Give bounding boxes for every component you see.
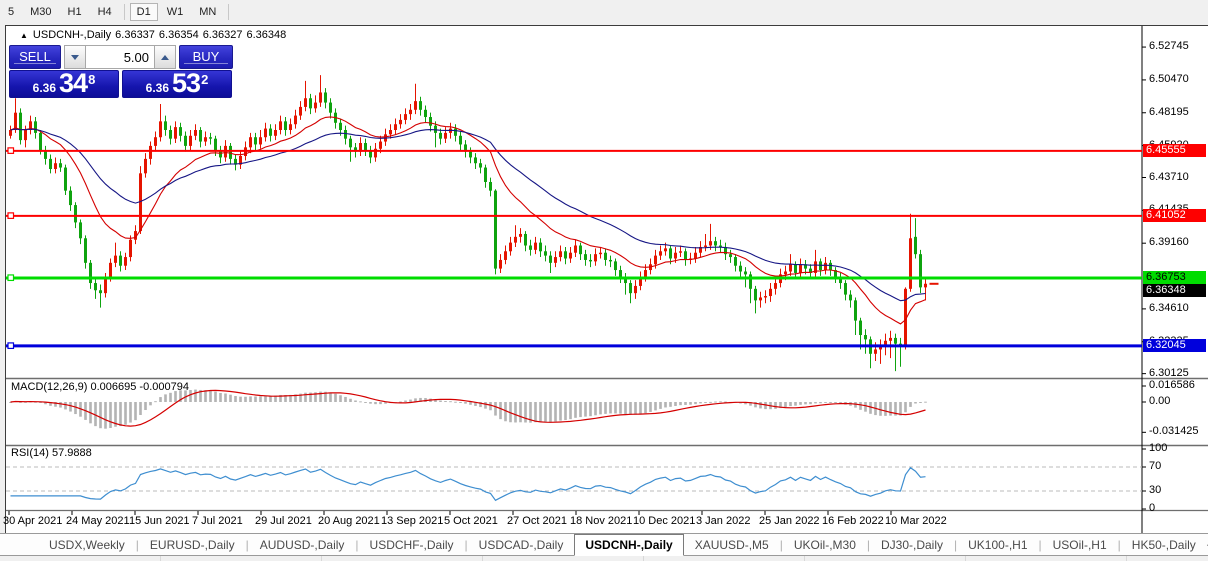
buy-price-prefix: 6.36 bbox=[146, 80, 169, 96]
date-axis-label: 16 Feb 2022 bbox=[822, 515, 884, 527]
macd-indicator-label: MACD(12,26,9) 0.006695 -0.000794 bbox=[11, 381, 189, 393]
price-axis-tick: 6.43710 bbox=[1149, 171, 1189, 183]
rsi-axis-tick: 30 bbox=[1149, 484, 1161, 496]
volume-increase-button[interactable] bbox=[154, 45, 176, 69]
date-axis-label: 25 Jan 2022 bbox=[759, 515, 820, 527]
ohlc-open: 6.36337 bbox=[115, 29, 155, 41]
chevron-up-icon bbox=[161, 55, 169, 60]
timeframe-button-h1[interactable]: H1 bbox=[61, 3, 89, 21]
rsi-axis-tick: 0 bbox=[1149, 502, 1155, 514]
chart-window: ▲USDCNH-,Daily6.363376.363546.363276.363… bbox=[5, 25, 1208, 534]
date-axis-label: 20 Aug 2021 bbox=[318, 515, 380, 527]
buy-price-big: 53 bbox=[172, 71, 200, 96]
tab-usdx-weekly[interactable]: USDX,Weekly bbox=[38, 535, 136, 555]
ohlc-high: 6.36354 bbox=[159, 29, 199, 41]
timeframe-button-mn[interactable]: MN bbox=[192, 3, 223, 21]
hline-price-tag: 6.32045 bbox=[1143, 339, 1206, 352]
timeframe-button-5[interactable]: 5 bbox=[1, 3, 21, 21]
symbol-tab-bar: USDX,Weekly|EURUSD-,Daily|AUDUSD-,Daily|… bbox=[0, 533, 1208, 556]
trading-terminal: 5M30H1H4 D1W1MN ▲ USDCNH-,Daily 6.36337 6.36… bbox=[0, 0, 1208, 561]
macd-axis-tick: 0.016586 bbox=[1149, 379, 1195, 391]
hline-price-tag: 6.45555 bbox=[1143, 144, 1206, 157]
tab-uk100-h1[interactable]: UK100-,H1 bbox=[957, 535, 1038, 555]
hline-price-tag: 6.36753 bbox=[1143, 271, 1206, 284]
timeframe-button-w1[interactable]: W1 bbox=[160, 3, 191, 21]
date-axis-label: 5 Oct 2021 bbox=[444, 515, 498, 527]
toolbar-divider bbox=[124, 4, 125, 20]
date-axis-label: 7 Jul 2021 bbox=[192, 515, 243, 527]
date-axis-label: 18 Nov 2021 bbox=[570, 515, 632, 527]
volume-input[interactable] bbox=[86, 45, 154, 69]
rsi-axis-tick: 70 bbox=[1149, 460, 1161, 472]
date-axis-label: 13 Sep 2021 bbox=[381, 515, 443, 527]
tab-hk50-daily[interactable]: HK50-,Daily bbox=[1121, 535, 1207, 555]
price-axis-tick: 6.34610 bbox=[1149, 302, 1189, 314]
timeframe-toolbar: 5M30H1H4 D1W1MN bbox=[0, 0, 1208, 24]
chart-title: ▲ USDCNH-,Daily 6.36337 6.36354 6.363276.363… bbox=[20, 29, 290, 41]
hline-price-tag: 6.41052 bbox=[1143, 209, 1206, 222]
date-axis-label: 10 Dec 2021 bbox=[633, 515, 695, 527]
date-axis-label: 27 Oct 2021 bbox=[507, 515, 567, 527]
tab-usdchf-daily[interactable]: USDCHF-,Daily bbox=[359, 535, 465, 555]
sell-price-big: 34 bbox=[59, 71, 87, 96]
tab-dj30-daily[interactable]: DJ30-,Daily bbox=[870, 535, 954, 555]
collapse-triangle-icon[interactable]: ▲ bbox=[20, 31, 28, 40]
buy-price-display[interactable]: 6.36 53 2 bbox=[122, 70, 232, 98]
price-chart-canvas[interactable] bbox=[6, 26, 1208, 533]
macd-axis-tick: -0.031425 bbox=[1149, 425, 1199, 437]
date-axis-label: 3 Jan 2022 bbox=[696, 515, 750, 527]
tab-usdcnh-daily[interactable]: USDCNH-,Daily bbox=[574, 534, 683, 556]
price-axis-tick: 6.50470 bbox=[1149, 73, 1189, 85]
sell-price-display[interactable]: 6.36 34 8 bbox=[9, 70, 119, 98]
chevron-down-icon bbox=[71, 55, 79, 60]
symbol-label: USDCNH-,Daily bbox=[33, 29, 111, 41]
sell-price-sup: 8 bbox=[88, 74, 95, 86]
price-axis-tick: 6.39160 bbox=[1149, 236, 1189, 248]
ohlc-close: 6.36348 bbox=[246, 29, 286, 41]
date-axis-label: 15 Jun 2021 bbox=[129, 515, 190, 527]
tab-usoil-h1[interactable]: USOil-,H1 bbox=[1042, 535, 1118, 555]
tab-usdcad-daily[interactable]: USDCAD-,Daily bbox=[468, 535, 575, 555]
tab-audusd-daily[interactable]: AUDUSD-,Daily bbox=[249, 535, 356, 555]
tab-xauusd-m5[interactable]: XAUUSD-,M5 bbox=[684, 535, 780, 555]
sell-price-prefix: 6.36 bbox=[33, 80, 56, 96]
buy-price-sup: 2 bbox=[201, 74, 208, 86]
rsi-indicator-label: RSI(14) 57.9888 bbox=[11, 447, 92, 459]
window-resize-strip bbox=[0, 556, 1208, 561]
volume-decrease-button[interactable] bbox=[64, 45, 86, 69]
price-axis-tick: 6.48195 bbox=[1149, 106, 1189, 118]
price-axis-tick: 6.52745 bbox=[1149, 40, 1189, 52]
timeframe-button-d1[interactable]: D1 bbox=[130, 3, 158, 21]
date-axis-label: 29 Jul 2021 bbox=[255, 515, 312, 527]
timeframe-button-h4[interactable]: H4 bbox=[91, 3, 119, 21]
sell-button[interactable]: SELL bbox=[9, 45, 61, 69]
ohlc-low: 6.36327 bbox=[203, 29, 243, 41]
rsi-axis-tick: 100 bbox=[1149, 442, 1167, 454]
price-axis-tick: 6.30125 bbox=[1149, 367, 1189, 379]
buy-button[interactable]: BUY bbox=[179, 45, 233, 69]
date-axis-label: 30 Apr 2021 bbox=[3, 515, 62, 527]
tab-ukoil-m30[interactable]: UKOil-,M30 bbox=[783, 535, 867, 555]
date-axis-label: 24 May 2021 bbox=[66, 515, 130, 527]
toolbar-divider bbox=[228, 4, 229, 20]
date-axis-label: 10 Mar 2022 bbox=[885, 515, 947, 527]
current-price-tag: 6.36348 bbox=[1143, 284, 1206, 297]
tab-eurusd-daily[interactable]: EURUSD-,Daily bbox=[139, 535, 246, 555]
timeframe-button-m30[interactable]: M30 bbox=[23, 3, 58, 21]
one-click-trade-widget: SELL BUY 6.36 34 8 6.36 53 2 bbox=[9, 45, 235, 98]
macd-axis-tick: 0.00 bbox=[1149, 395, 1170, 407]
